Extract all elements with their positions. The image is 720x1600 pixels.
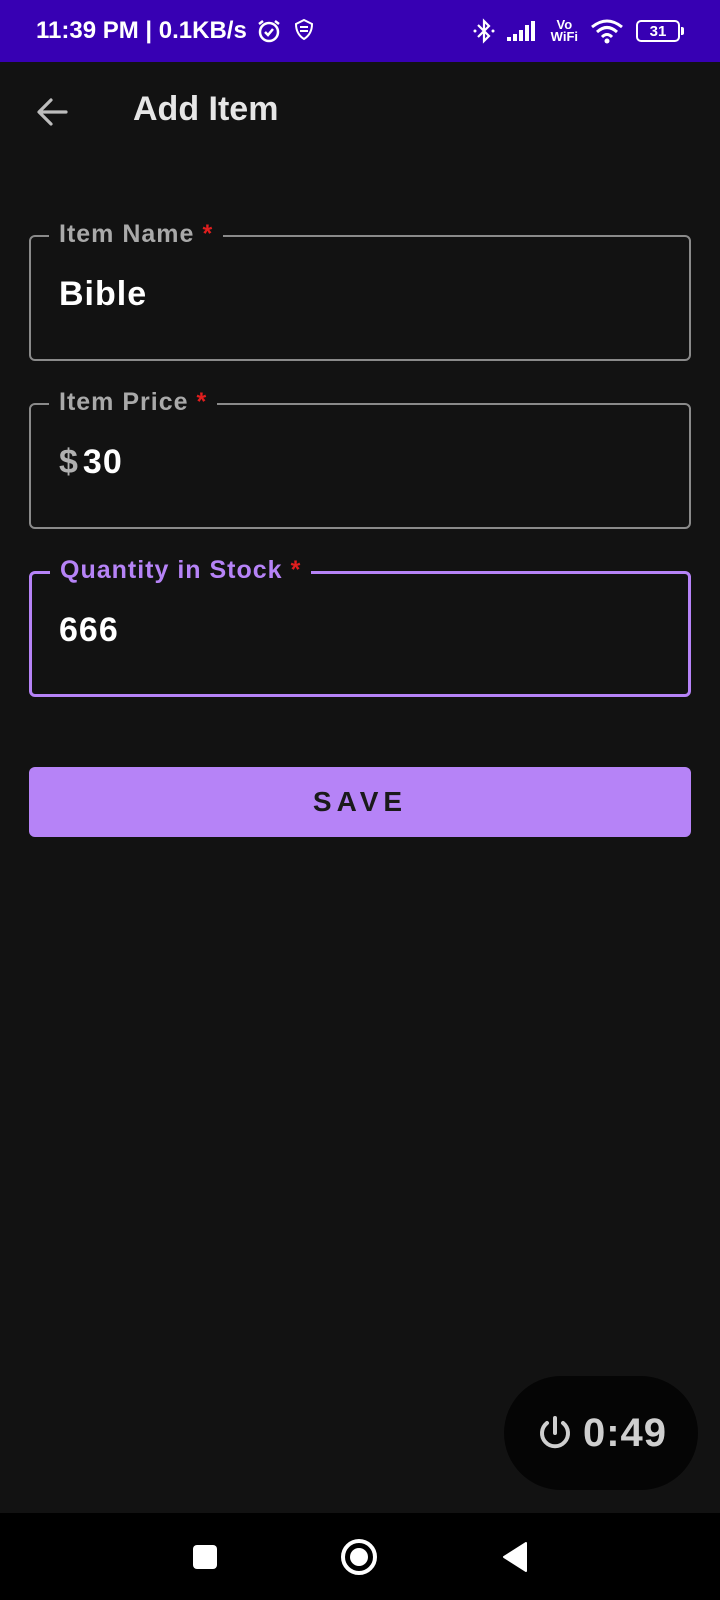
vowifi-indicator: Vo WiFi <box>550 18 578 44</box>
vowifi-bottom: WiFi <box>550 29 578 44</box>
item-price-label-text: Item Price <box>59 388 189 416</box>
item-price-field[interactable]: Item Price * $ 30 <box>29 388 691 529</box>
item-name-label-text: Item Name <box>59 220 195 248</box>
required-mark: * <box>196 388 208 416</box>
signal-icon <box>506 19 539 43</box>
navigation-bar <box>0 1513 720 1600</box>
battery-level: 31 <box>636 20 680 42</box>
quantity-label: Quantity in Stock * <box>50 556 312 585</box>
square-icon <box>193 1545 217 1569</box>
item-name-value-text: Bible <box>59 275 148 313</box>
item-name-value[interactable]: Bible <box>59 275 147 314</box>
quantity-label-text: Quantity in Stock <box>60 556 283 584</box>
back-nav-button[interactable] <box>493 1535 537 1579</box>
home-button[interactable] <box>337 1535 381 1579</box>
bluetooth-icon <box>473 17 495 45</box>
shield-app-icon <box>291 17 319 45</box>
screen-record-timer[interactable]: 0:49 <box>504 1376 698 1490</box>
screen: 11:39 PM | 0.1KB/s Vo WiFi 31 Add Item I… <box>0 0 720 1600</box>
required-mark: * <box>202 220 214 248</box>
item-name-label: Item Name * <box>49 220 224 249</box>
status-left: 11:39 PM | 0.1KB/s <box>36 17 319 45</box>
battery-indicator: 31 <box>636 20 684 42</box>
status-right: Vo WiFi 31 <box>473 17 684 45</box>
item-price-label: Item Price * <box>49 388 218 417</box>
status-time-speed: 11:39 PM | 0.1KB/s <box>36 17 247 44</box>
triangle-back-icon <box>503 1542 527 1572</box>
alarm-icon <box>255 17 283 45</box>
item-name-field[interactable]: Item Name * Bible <box>29 220 691 361</box>
timer-value: 0:49 <box>582 1410 668 1455</box>
status-bar: 11:39 PM | 0.1KB/s Vo WiFi 31 <box>0 0 720 62</box>
battery-tip <box>681 27 684 35</box>
page-title: Add Item <box>133 90 279 128</box>
quantity-value-text: 666 <box>59 611 119 649</box>
power-icon <box>539 1416 570 1449</box>
app-bar: Add Item <box>0 62 720 166</box>
wifi-icon <box>590 18 624 44</box>
arrow-back-icon <box>37 98 68 126</box>
quantity-field[interactable]: Quantity in Stock * 666 <box>29 556 691 697</box>
circle-icon <box>341 1539 377 1575</box>
back-button[interactable] <box>26 86 78 138</box>
required-mark: * <box>290 556 302 584</box>
currency-prefix: $ <box>59 443 79 481</box>
item-price-value[interactable]: $ 30 <box>59 443 123 482</box>
item-price-value-text: 30 <box>82 443 123 481</box>
quantity-value[interactable]: 666 <box>59 611 119 650</box>
recents-button[interactable] <box>183 1535 227 1579</box>
save-button[interactable]: SAVE <box>29 767 691 837</box>
